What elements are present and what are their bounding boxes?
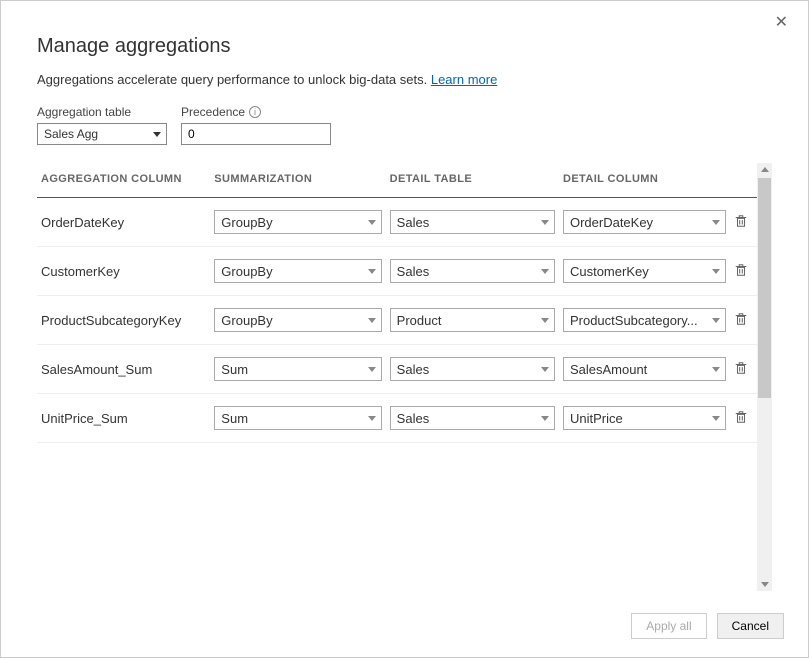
detail-column-value: SalesAmount [570,362,647,377]
dialog-footer: Apply all Cancel [1,601,808,657]
header-delete [730,163,757,198]
delete-icon[interactable] [734,312,748,326]
aggregation-column-cell: SalesAmount_Sum [37,345,210,394]
detail-column-select[interactable]: CustomerKey [563,259,726,283]
learn-more-link[interactable]: Learn more [431,72,497,87]
chevron-down-icon [541,269,549,274]
delete-icon[interactable] [734,361,748,375]
table-row: OrderDateKey GroupBy Sales OrderDateKey [37,198,757,247]
aggregation-table-group: Aggregation table Sales Agg [37,105,167,145]
summarization-select[interactable]: GroupBy [214,259,381,283]
detail-table-select[interactable]: Sales [390,406,555,430]
detail-table-value: Sales [397,264,430,279]
aggregation-table-label: Aggregation table [37,105,167,119]
aggregation-column-cell: OrderDateKey [37,198,210,247]
table-header-row: AGGREGATION COLUMN SUMMARIZATION DETAIL … [37,163,757,198]
dialog-title: Manage aggregations [37,35,772,58]
chevron-down-icon [368,220,376,225]
detail-table-select[interactable]: Product [390,308,555,332]
chevron-down-icon [368,318,376,323]
info-icon[interactable]: i [249,106,261,118]
table-row: UnitPrice_Sum Sum Sales UnitPrice [37,394,757,443]
delete-icon[interactable] [734,263,748,277]
detail-column-value: UnitPrice [570,411,623,426]
controls-row: Aggregation table Sales Agg Precedence i [37,105,772,145]
chevron-down-icon [153,132,161,137]
scroll-up-icon[interactable] [761,167,769,172]
table-row: SalesAmount_Sum Sum Sales SalesAmount [37,345,757,394]
close-button[interactable]: ✕ [769,11,794,33]
detail-table-value: Sales [397,215,430,230]
dialog-subtitle: Aggregations accelerate query performanc… [37,72,772,87]
cancel-button[interactable]: Cancel [717,613,784,639]
apply-all-button[interactable]: Apply all [631,613,706,639]
detail-table-value: Sales [397,411,430,426]
chevron-down-icon [541,318,549,323]
table-wrap: AGGREGATION COLUMN SUMMARIZATION DETAIL … [37,163,772,591]
detail-table-select[interactable]: Sales [390,210,555,234]
summarization-select[interactable]: GroupBy [214,210,381,234]
aggregations-table: AGGREGATION COLUMN SUMMARIZATION DETAIL … [37,163,757,443]
summarization-value: Sum [221,362,248,377]
scroll-down-icon[interactable] [761,582,769,587]
chevron-down-icon [368,416,376,421]
detail-column-select[interactable]: SalesAmount [563,357,726,381]
summarization-value: GroupBy [221,215,272,230]
summarization-select[interactable]: GroupBy [214,308,381,332]
detail-column-value: CustomerKey [570,264,649,279]
precedence-group: Precedence i [181,105,331,145]
detail-table-value: Product [397,313,442,328]
detail-table-value: Sales [397,362,430,377]
chevron-down-icon [541,416,549,421]
dialog-content: Manage aggregations Aggregations acceler… [1,1,808,601]
chevron-down-icon [712,269,720,274]
detail-table-select[interactable]: Sales [390,259,555,283]
header-detail-table: DETAIL TABLE [386,163,559,198]
summarization-select[interactable]: Sum [214,406,381,430]
chevron-down-icon [712,220,720,225]
precedence-label-text: Precedence [181,105,245,119]
aggregation-column-cell: UnitPrice_Sum [37,394,210,443]
header-detail-column: DETAIL COLUMN [559,163,730,198]
subtitle-text: Aggregations accelerate query performanc… [37,72,431,87]
manage-aggregations-dialog: ✕ Manage aggregations Aggregations accel… [0,0,809,658]
chevron-down-icon [712,367,720,372]
delete-icon[interactable] [734,410,748,424]
aggregation-column-cell: CustomerKey [37,247,210,296]
summarization-value: Sum [221,411,248,426]
table-area: AGGREGATION COLUMN SUMMARIZATION DETAIL … [37,163,757,591]
detail-column-value: ProductSubcategory... [570,313,698,328]
precedence-label: Precedence i [181,105,331,119]
chevron-down-icon [712,416,720,421]
chevron-down-icon [541,367,549,372]
detail-column-select[interactable]: UnitPrice [563,406,726,430]
chevron-down-icon [541,220,549,225]
summarization-value: GroupBy [221,313,272,328]
header-aggregation-column: AGGREGATION COLUMN [37,163,210,198]
table-row: ProductSubcategoryKey GroupBy Product Produ… [37,296,757,345]
table-row: CustomerKey GroupBy Sales CustomerKey [37,247,757,296]
detail-column-value: OrderDateKey [570,215,653,230]
precedence-input[interactable] [181,123,331,145]
summarization-value: GroupBy [221,264,272,279]
detail-column-select[interactable]: ProductSubcategory... [563,308,726,332]
chevron-down-icon [368,269,376,274]
aggregation-table-select[interactable]: Sales Agg [37,123,167,145]
chevron-down-icon [368,367,376,372]
close-icon: ✕ [775,14,788,31]
scroll-thumb[interactable] [758,178,771,398]
summarization-select[interactable]: Sum [214,357,381,381]
scrollbar[interactable] [757,163,772,591]
aggregation-table-value: Sales Agg [44,127,98,141]
detail-table-select[interactable]: Sales [390,357,555,381]
detail-column-select[interactable]: OrderDateKey [563,210,726,234]
header-summarization: SUMMARIZATION [210,163,385,198]
aggregation-column-cell: ProductSubcategoryKey [37,296,210,345]
chevron-down-icon [712,318,720,323]
delete-icon[interactable] [734,214,748,228]
